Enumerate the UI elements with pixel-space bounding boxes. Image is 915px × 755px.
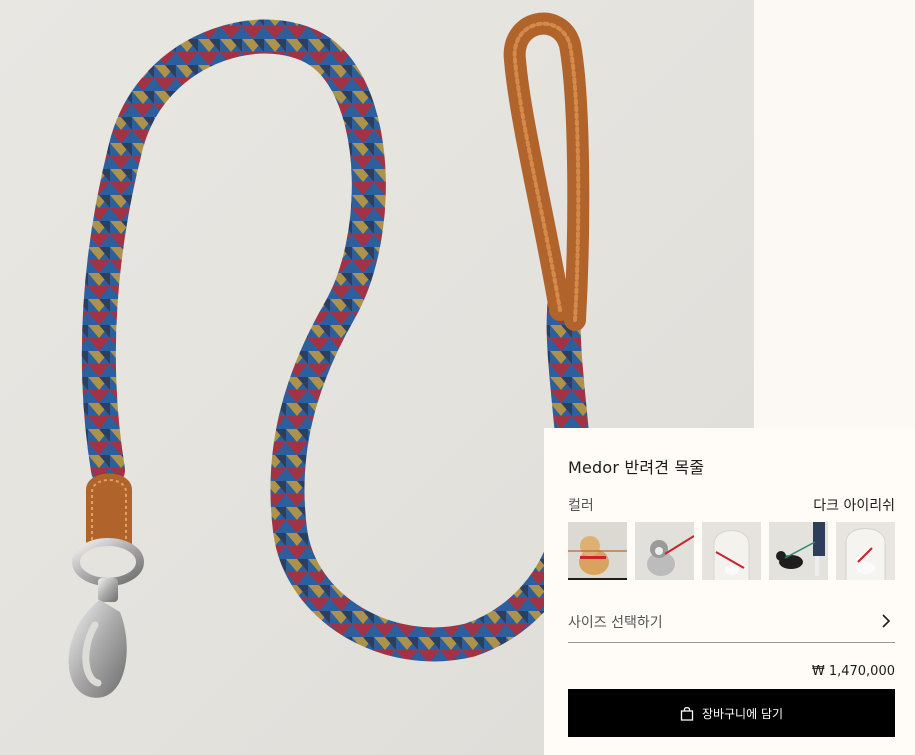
thumbnail-black-dog[interactable] [769, 522, 828, 580]
product-title: Medor 반려견 목줄 [568, 458, 705, 477]
thumbnail-pomeranian[interactable] [568, 522, 627, 580]
thumbnail-white-dog-arch[interactable] [702, 522, 761, 580]
pomeranian-thumbnail-image [568, 522, 627, 580]
product-panel: Medor 반려견 목줄 컬러 다크 아이리쉬 사이즈 선택하기 ₩ 1,470… [544, 428, 915, 755]
color-thumbnails [568, 522, 895, 580]
white-dog-arch-thumbnail-image [702, 522, 761, 580]
thumbnail-white-dog-closeup[interactable] [836, 522, 895, 580]
size-selector-label: 사이즈 선택하기 [568, 615, 663, 631]
chevron-right-icon [882, 614, 891, 628]
shopping-bag-icon [680, 706, 694, 721]
husky-thumbnail-image [635, 522, 694, 580]
add-to-cart-label: 장바구니에 담기 [701, 706, 784, 721]
add-to-cart-button[interactable]: 장바구니에 담기 [568, 689, 895, 737]
black-dog-thumbnail-image [769, 522, 828, 580]
color-value: 다크 아이리쉬 [813, 498, 895, 514]
size-selector[interactable]: 사이즈 선택하기 [568, 604, 895, 643]
white-dog-closeup-thumbnail-image [836, 522, 895, 580]
product-price: ₩ 1,470,000 [811, 664, 895, 679]
color-label: 컬러 [568, 498, 594, 514]
thumbnail-husky[interactable] [635, 522, 694, 580]
